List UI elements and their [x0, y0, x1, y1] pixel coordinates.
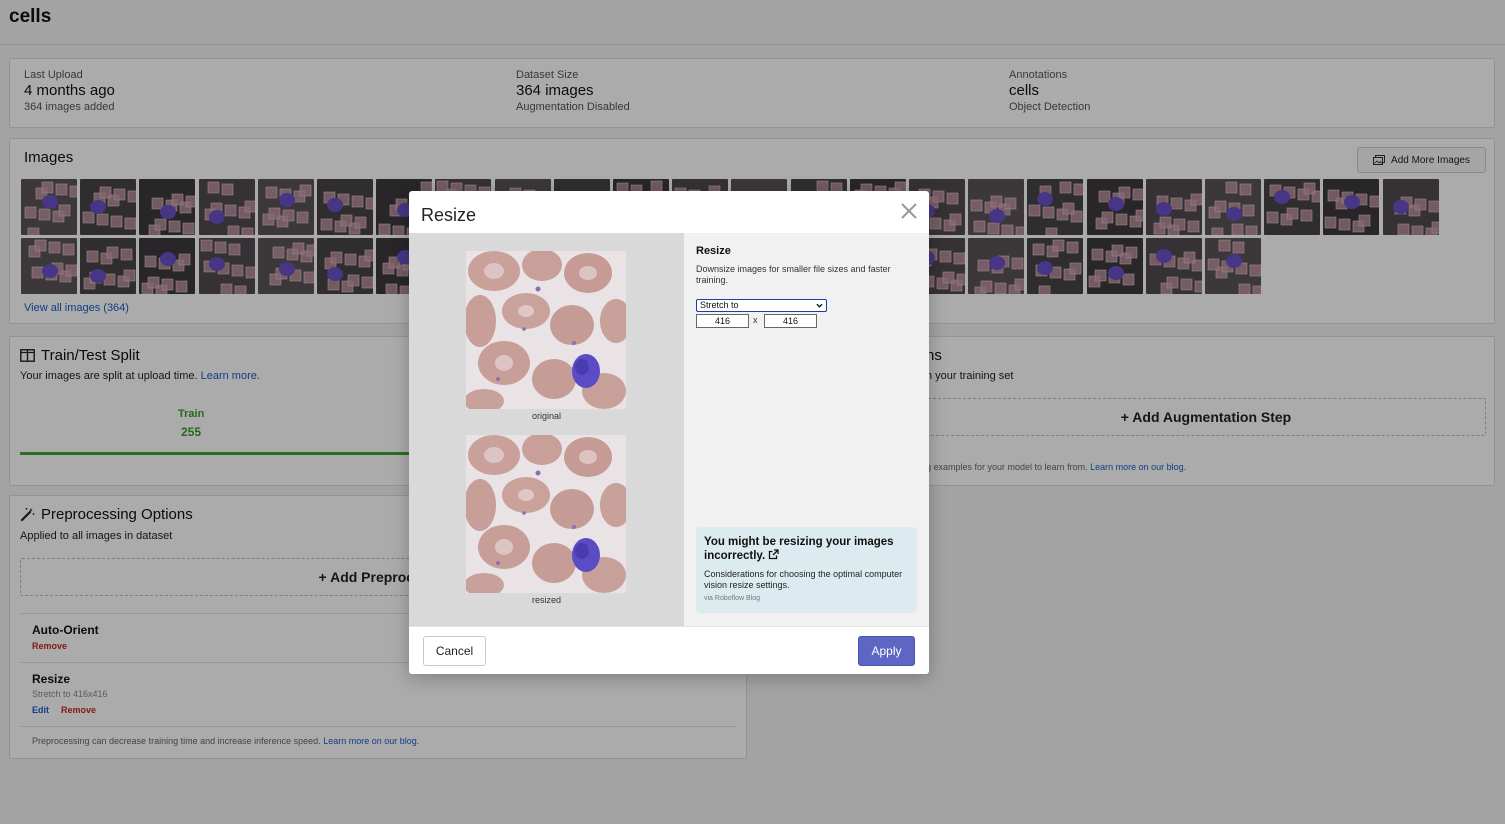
preview-panel: original resized: [409, 233, 684, 626]
resize-heading: Resize: [696, 245, 731, 257]
apply-button[interactable]: Apply: [858, 636, 915, 666]
close-icon[interactable]: [899, 201, 919, 221]
original-preview-image: [466, 251, 626, 409]
tip-title: You might be resizing your images incorr…: [704, 535, 914, 563]
resize-settings-panel: Resize Downsize images for smaller file …: [684, 233, 929, 626]
resized-preview-image: [466, 435, 626, 593]
tip-title-text: You might be resizing your images incorr…: [704, 536, 894, 562]
resize-height-input[interactable]: [764, 314, 817, 328]
modal-footer: Cancel Apply: [409, 626, 929, 674]
external-link-icon: [769, 549, 780, 560]
modal-title: Resize: [421, 205, 477, 225]
resize-description: Downsize images for smaller file sizes a…: [696, 264, 891, 285]
resize-mode-select[interactable]: Stretch to: [696, 299, 827, 312]
resize-mode-value: Stretch to: [700, 300, 739, 310]
dimension-separator: x: [753, 315, 758, 325]
tip-body: Considerations for choosing the optimal …: [704, 569, 903, 590]
cancel-button[interactable]: Cancel: [423, 636, 486, 666]
resized-caption: resized: [531, 595, 561, 605]
resize-modal: Resize original resized Resize Downsize …: [409, 191, 929, 674]
resize-width-input[interactable]: [696, 314, 749, 328]
original-caption: original: [531, 411, 562, 421]
chevron-down-icon: [816, 303, 823, 308]
tip-source: via Roboflow Blog: [704, 595, 761, 602]
resize-tip-card[interactable]: You might be resizing your images incorr…: [696, 527, 917, 613]
